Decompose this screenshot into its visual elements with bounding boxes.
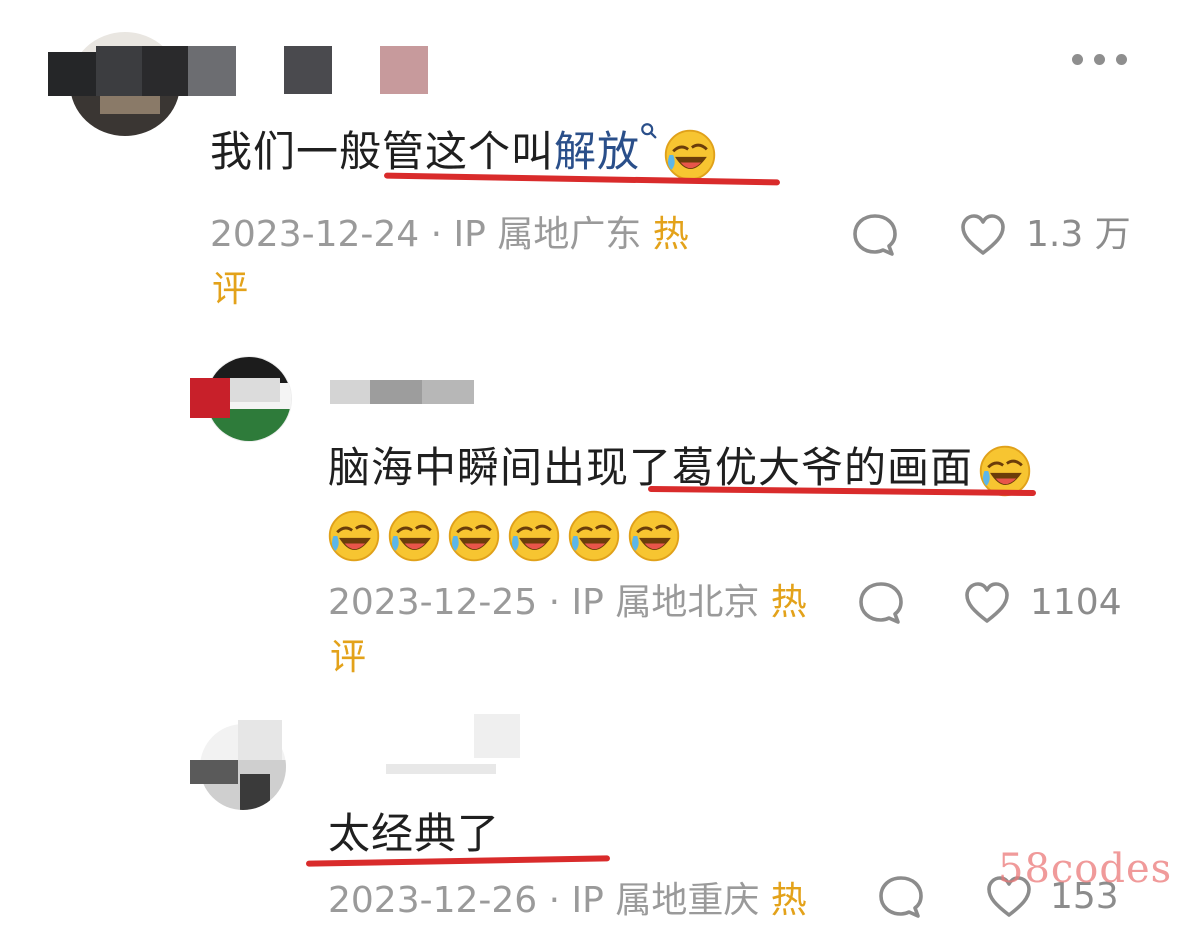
- heart-icon[interactable]: [962, 578, 1012, 628]
- hot-comment-badge: 热: [770, 582, 807, 623]
- reply-speech-bubble-icon[interactable]: [856, 578, 906, 628]
- comment-text: 太经典了: [328, 809, 501, 858]
- avatar-overlay-redacted: [190, 760, 238, 784]
- hot-comment-badge: 热: [652, 214, 689, 255]
- cry-laugh-emoji-icon: [328, 510, 380, 562]
- comment-meta: 2023-12-24 · IP 属地广东 热: [210, 208, 689, 262]
- search-icon[interactable]: [640, 122, 658, 140]
- comment-meta: 2023-12-25 · IP 属地北京 热: [328, 576, 807, 630]
- cry-laugh-emoji-icon: [628, 510, 680, 562]
- watermark: 58codes: [998, 846, 1173, 892]
- emoji-row: [326, 508, 682, 568]
- cry-laugh-emoji-icon: [448, 510, 500, 562]
- reply-speech-bubble-icon[interactable]: [850, 210, 900, 260]
- like-count: 1104: [1030, 582, 1122, 623]
- comment-location: · IP 属地北京: [548, 582, 760, 623]
- comment-meta: 2023-12-26 · IP 属地重庆 热: [328, 874, 807, 928]
- more-options-icon[interactable]: [1072, 54, 1128, 70]
- heart-icon[interactable]: [958, 210, 1008, 260]
- comment-location: · IP 属地广东: [430, 214, 642, 255]
- topic-link[interactable]: 解放: [554, 127, 640, 176]
- comment-date: 2023-12-26: [328, 880, 538, 921]
- cry-laugh-emoji-icon: [664, 129, 716, 180]
- like-count: 1.3 万: [1026, 214, 1131, 255]
- cry-laugh-emoji-icon: [508, 510, 560, 562]
- hot-comment-badge-tail: 评: [212, 269, 249, 310]
- comment-text-prefix: 我们一般管这个叫: [210, 127, 555, 176]
- comment-date: 2023-12-24: [210, 214, 420, 255]
- reply-speech-bubble-icon[interactable]: [876, 872, 926, 922]
- cry-laugh-emoji-icon: [568, 510, 620, 562]
- comment-location: · IP 属地重庆: [548, 880, 760, 921]
- hot-comment-badge-tail: 评: [330, 637, 367, 678]
- comment-date: 2023-12-25: [328, 582, 538, 623]
- hot-comment-badge: 热: [770, 880, 807, 921]
- comment-text-body: 脑海中瞬间出现了葛优大爷的画面: [328, 443, 974, 492]
- cry-laugh-emoji-icon: [388, 510, 440, 562]
- avatar-overlay-redacted: [190, 378, 230, 418]
